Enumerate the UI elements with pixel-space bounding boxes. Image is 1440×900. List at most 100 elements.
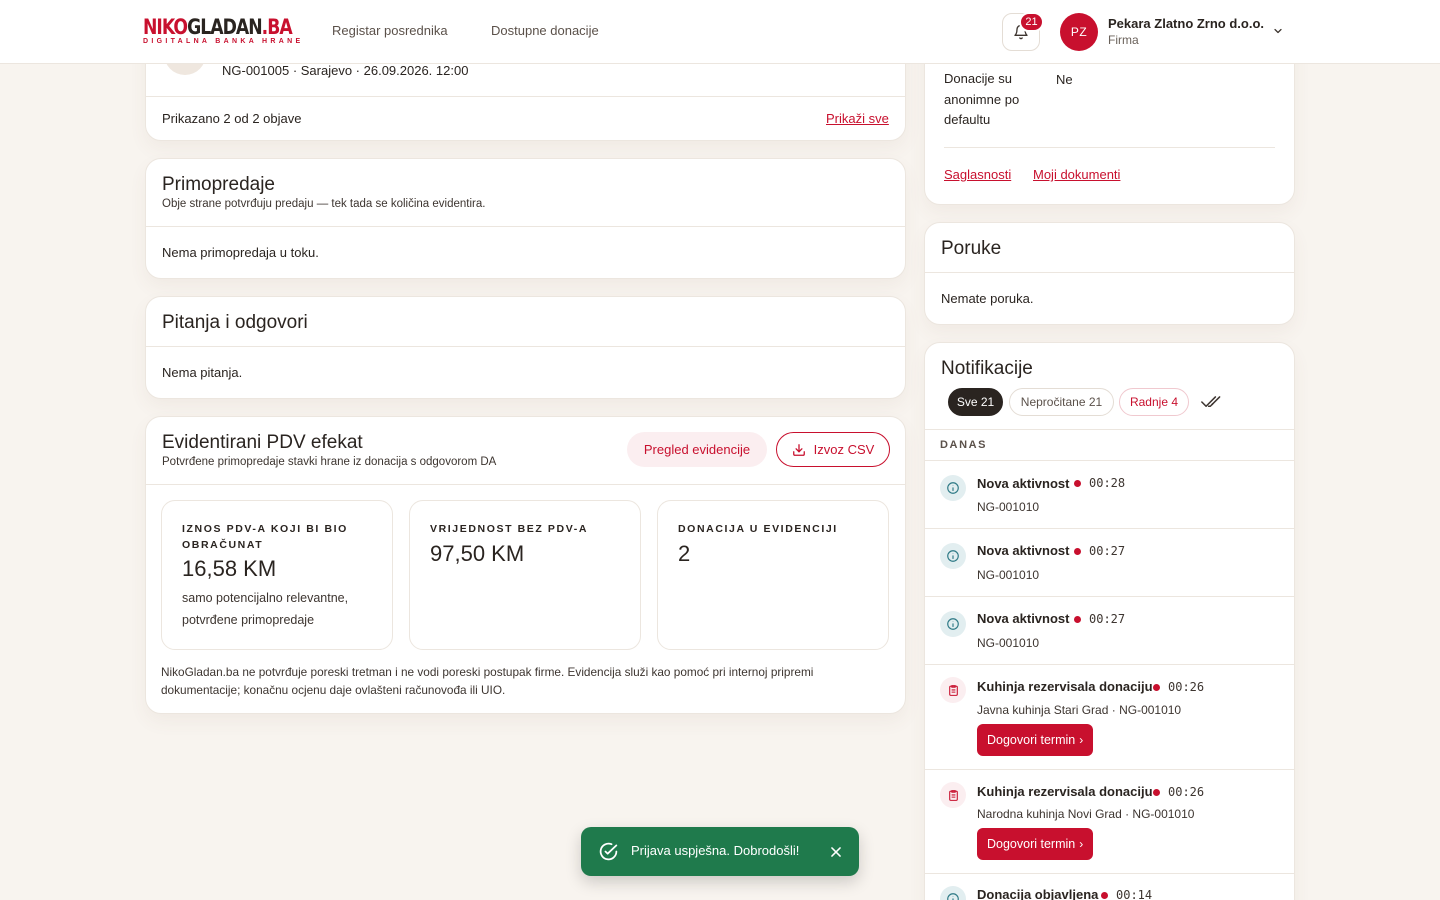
logo-part-niko: NIKO <box>143 15 188 39</box>
notification-title: Donacija objavljena <box>977 887 1099 900</box>
anonymous-default-value: Ne <box>1056 72 1073 87</box>
notification-title: Nova aktivnost <box>977 476 1070 491</box>
divider <box>925 272 1294 273</box>
review-records-button[interactable]: Pregled evidencije <box>627 432 767 467</box>
logo-part-ba: .BA <box>261 15 293 39</box>
toast-message: Prijava uspješna. Dobrodošli! <box>631 843 800 858</box>
close-icon[interactable] <box>829 845 843 859</box>
stat-value: 16,58 KM <box>182 556 277 581</box>
notification-time: 00:26 <box>1168 680 1205 694</box>
notification-item[interactable]: Kuhinja rezervisala donaciju 00:26 Narod… <box>924 769 1295 873</box>
avatar[interactable]: PZ <box>1060 13 1098 51</box>
handovers-subtitle: Obje strane potvrđuju predaju — tek tada… <box>162 198 486 210</box>
messages-empty: Nemate poruka. <box>941 291 1034 306</box>
notification-count-badge: 21 <box>1019 12 1044 32</box>
clipboard-icon <box>940 677 966 703</box>
messages-card: Poruke Nemate poruka. <box>924 222 1295 325</box>
notification-subtitle: Narodna kuhinja Novi Grad · NG-001010 <box>977 807 1195 821</box>
notification-title: Kuhinja rezervisala donaciju <box>977 679 1153 694</box>
stat-label: VRIJEDNOST BEZ PDV-A <box>430 523 589 535</box>
filter-actions[interactable]: Radnje 4 <box>1119 388 1189 416</box>
notification-time: 00:14 <box>1116 888 1153 900</box>
user-name[interactable]: Pekara Zlatno Zrno d.o.o. <box>1108 16 1264 31</box>
chevron-right-icon: › <box>1079 733 1084 747</box>
unread-dot <box>1074 616 1081 623</box>
section-today: DANAS <box>940 439 988 451</box>
qa-card: Pitanja i odgovori Nema pitanja. <box>145 296 906 399</box>
unread-dot <box>1074 480 1081 487</box>
logo[interactable]: NIKOGLADAN.BA DIGITALNA BANKA HRANE <box>143 16 324 45</box>
notification-item[interactable]: Kuhinja rezervisala donaciju 00:26 Javna… <box>924 664 1295 769</box>
messages-title: Poruke <box>941 238 1002 259</box>
handovers-card: Primopredaje Obje strane potvrđuju preda… <box>145 158 906 279</box>
vat-subtitle: Potvrđene primopredaje stavki hrane iz d… <box>162 456 497 468</box>
handovers-empty: Nema primopredaja u toku. <box>162 245 319 260</box>
clipboard-icon <box>940 782 966 808</box>
notification-time: 00:28 <box>1089 476 1126 490</box>
schedule-pickup-button[interactable]: Dogovori termin › <box>977 724 1094 756</box>
divider <box>944 147 1275 148</box>
notification-subtitle: NG-001010 <box>977 636 1040 650</box>
listing-meta: NG-001005 · Sarajevo · 26.09.2026. 12:00 <box>222 63 469 78</box>
success-toast: Prijava uspješna. Dobrodošli! <box>581 827 859 876</box>
vat-title: Evidentirani PDV efekat <box>162 432 363 453</box>
notification-time: 00:27 <box>1089 612 1126 626</box>
notification-title: Kuhinja rezervisala donaciju <box>977 784 1153 799</box>
notification-subtitle: NG-001010 <box>977 568 1040 582</box>
divider <box>146 484 905 485</box>
qa-empty: Nema pitanja. <box>162 365 243 380</box>
anonymous-default-label: Donacije su anonimne po defaultu <box>944 71 1020 127</box>
notification-title: Nova aktivnost <box>977 543 1070 558</box>
nav-registar-posrednika[interactable]: Registar posrednika <box>332 23 448 38</box>
notification-item[interactable]: Nova aktivnost 00:28 NG-001010 <box>924 460 1295 528</box>
notification-time: 00:26 <box>1168 785 1205 799</box>
notification-time: 00:27 <box>1089 544 1126 558</box>
stat-value: 97,50 KM <box>430 541 525 566</box>
divider <box>146 96 905 97</box>
download-icon <box>792 443 805 456</box>
schedule-pickup-label: Dogovori termin <box>987 733 1076 747</box>
show-all-link[interactable]: Prikaži sve <box>826 111 889 126</box>
top-header: NIKOGLADAN.BA DIGITALNA BANKA HRANE Regi… <box>0 0 1440 64</box>
export-csv-button[interactable]: Izvoz CSV <box>776 432 890 467</box>
divider <box>146 226 905 227</box>
mark-all-read-icon[interactable] <box>1201 395 1223 409</box>
notification-item[interactable]: Nova aktivnost 00:27 NG-001010 <box>924 596 1295 664</box>
nav-dostupne-donacije[interactable]: Dostupne donacije <box>491 23 599 38</box>
logo-tagline: DIGITALNA BANKA HRANE <box>143 38 304 45</box>
unread-dot <box>1101 892 1108 899</box>
stat-label: IZNOS PDV-A KOJI BI BIO OBRAČUNAT <box>182 523 348 551</box>
stat-label: DONACIJA U EVIDENCIJI <box>678 523 838 535</box>
info-icon <box>940 543 966 569</box>
stat-note: samo potencijalno relevantne, potvrđene … <box>182 591 349 627</box>
consents-link[interactable]: Saglasnosti <box>944 167 1011 182</box>
info-icon <box>940 611 966 637</box>
notification-item[interactable]: Donacija objavljena 00:14 <box>924 873 1295 900</box>
unread-dot <box>1153 789 1160 796</box>
user-role: Firma <box>1108 33 1139 47</box>
filter-unread[interactable]: Nepročitane 21 <box>1009 388 1114 416</box>
notification-item[interactable]: Nova aktivnost 00:27 NG-001010 <box>924 528 1295 596</box>
chevron-down-icon[interactable] <box>1272 25 1284 37</box>
vat-disclaimer: NikoGladan.ba ne potvrđuje poreski tretm… <box>161 665 814 697</box>
notifications-title: Notifikacije <box>941 358 1033 379</box>
logo-part-gladan: GLADAN <box>187 15 263 39</box>
filter-all[interactable]: Sve 21 <box>948 388 1003 416</box>
schedule-pickup-label: Dogovori termin <box>987 837 1076 851</box>
schedule-pickup-button[interactable]: Dogovori termin › <box>977 828 1094 860</box>
handovers-title: Primopredaje <box>162 174 275 195</box>
chevron-right-icon: › <box>1079 837 1084 851</box>
qa-title: Pitanja i odgovori <box>162 312 308 333</box>
export-csv-label: Izvoz CSV <box>813 442 875 457</box>
check-circle-icon <box>599 842 618 861</box>
notification-title: Nova aktivnost <box>977 611 1070 626</box>
unread-dot <box>1074 548 1081 555</box>
logo-wordmark: NIKOGLADAN.BA <box>143 15 293 39</box>
my-documents-link[interactable]: Moji dokumenti <box>1033 167 1120 182</box>
divider <box>924 429 1295 430</box>
stat-value: 2 <box>678 541 691 566</box>
notification-subtitle: NG-001010 <box>977 500 1040 514</box>
stat-vat-amount: IZNOS PDV-A KOJI BI BIO OBRAČUNAT 16,58 … <box>161 500 393 650</box>
info-icon <box>940 886 966 900</box>
notification-subtitle: Javna kuhinja Stari Grad · NG-001010 <box>977 703 1182 717</box>
